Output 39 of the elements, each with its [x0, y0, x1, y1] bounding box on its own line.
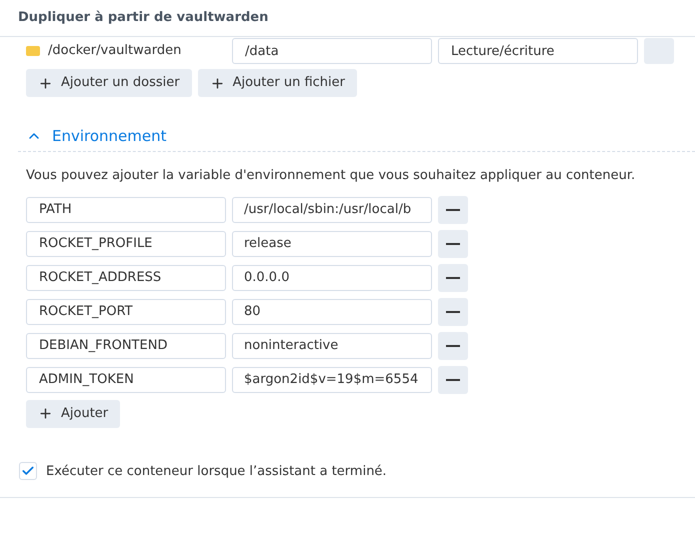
- minus-icon: [446, 208, 460, 210]
- mount-path-field[interactable]: /data: [232, 38, 432, 64]
- minus-icon: [446, 276, 460, 278]
- plus-icon: [38, 406, 53, 421]
- checkbox-label: Exécuter ce conteneur lorsque l’assistant a terminé.: [46, 462, 387, 480]
- variable-name-field[interactable]: ADMIN_TOKEN: [26, 366, 226, 392]
- remove-button[interactable]: [438, 230, 468, 258]
- minus-icon: [446, 242, 460, 244]
- add-button[interactable]: Ajouter un dossier: [26, 69, 192, 97]
- folder-icon: [26, 46, 40, 56]
- window-title: Dupliquer à partir de vaultwarden: [18, 9, 268, 28]
- variable-name-field[interactable]: DEBIAN_FRONTEND: [26, 332, 226, 358]
- variable-name-field[interactable]: ROCKET_PROFILE: [26, 230, 226, 256]
- remove-button[interactable]: [438, 366, 468, 394]
- variable-value-field[interactable]: /usr/local/sbin:/usr/local/b: [232, 196, 432, 222]
- variable-name-field[interactable]: ROCKET_ADDRESS: [26, 264, 226, 290]
- plus-icon: [38, 76, 53, 90]
- checkbox[interactable]: [19, 462, 37, 480]
- variable-value-field[interactable]: noninteractive: [232, 332, 432, 358]
- description-text: Vous pouvez ajouter la variable d'environnement que vous souhaitez appliquer au conteneur.: [26, 167, 636, 185]
- variable-name-field[interactable]: ROCKET_PORT: [26, 298, 226, 324]
- remove-button[interactable]: [438, 196, 468, 224]
- add-button[interactable]: Ajouter: [26, 400, 120, 428]
- minus-icon: [446, 344, 460, 346]
- plus-icon: [210, 76, 225, 90]
- variable-value-field[interactable]: release: [232, 230, 432, 256]
- folder-path: /docker/vaultwarden: [48, 42, 182, 60]
- remove-button[interactable]: [438, 264, 468, 292]
- variable-value-field[interactable]: 0.0.0.0: [232, 264, 432, 290]
- add-button[interactable]: Ajouter un fichier: [198, 69, 358, 97]
- minus-icon: [446, 310, 460, 312]
- variable-value-field[interactable]: $argon2id$v=19$m=6554: [232, 366, 432, 392]
- mode-field[interactable]: Lecture/écriture: [438, 38, 638, 64]
- remove-button[interactable]: [438, 332, 468, 360]
- remove-button[interactable]: [438, 298, 468, 326]
- section-toggle[interactable]: Environnement: [0, 123, 167, 149]
- variable-value-field[interactable]: 80: [232, 298, 432, 324]
- variable-name-field[interactable]: PATH: [26, 196, 226, 222]
- minus-icon: [446, 378, 460, 380]
